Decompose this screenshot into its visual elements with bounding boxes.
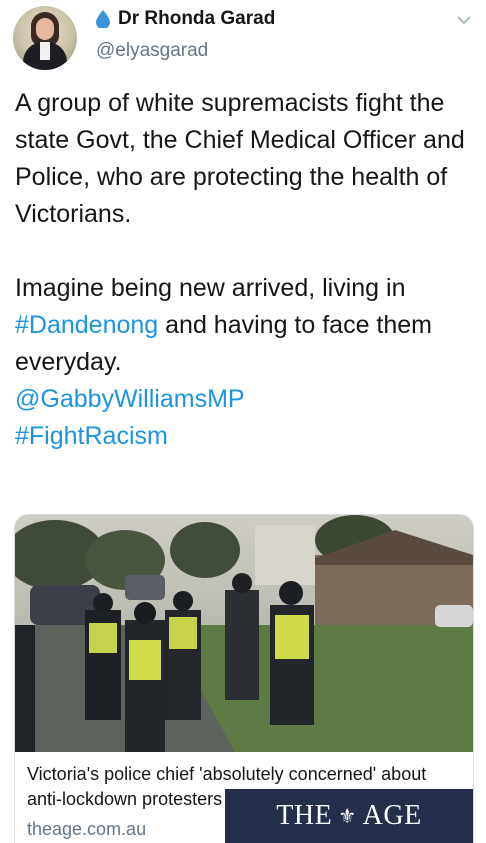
news-photo <box>15 515 473 752</box>
water-drop-icon <box>96 10 110 28</box>
card-domain[interactable]: theage.com.au <box>27 819 146 840</box>
author-handle[interactable]: @elyasgarad <box>96 40 208 62</box>
chevron-down-icon[interactable] <box>456 14 472 26</box>
tweet-text: A group of white supremacists fight the … <box>15 85 477 455</box>
hashtag-dandenong-link[interactable]: #Dandenong <box>15 311 158 339</box>
author-name[interactable]: Dr Rhonda Garad <box>118 8 275 30</box>
avatar-shirt <box>40 42 50 60</box>
avatar[interactable] <box>13 6 77 70</box>
card-title[interactable]: Victoria's police chief 'absolutely conc… <box>27 762 463 812</box>
author-row[interactable]: Dr Rhonda Garad <box>96 8 275 30</box>
avatar-face <box>36 18 54 40</box>
tweet-paragraph-2-pre: Imagine being new arrived, living in <box>15 274 413 302</box>
link-card[interactable]: THE ⚜ AGE Victoria's police chief 'absol… <box>14 514 474 843</box>
hashtag-fightracism-link[interactable]: #FightRacism <box>15 422 168 450</box>
mention-link[interactable]: @GabbyWilliamsMP <box>15 385 245 413</box>
tweet-paragraph-1: A group of white supremacists fight the … <box>15 89 472 228</box>
